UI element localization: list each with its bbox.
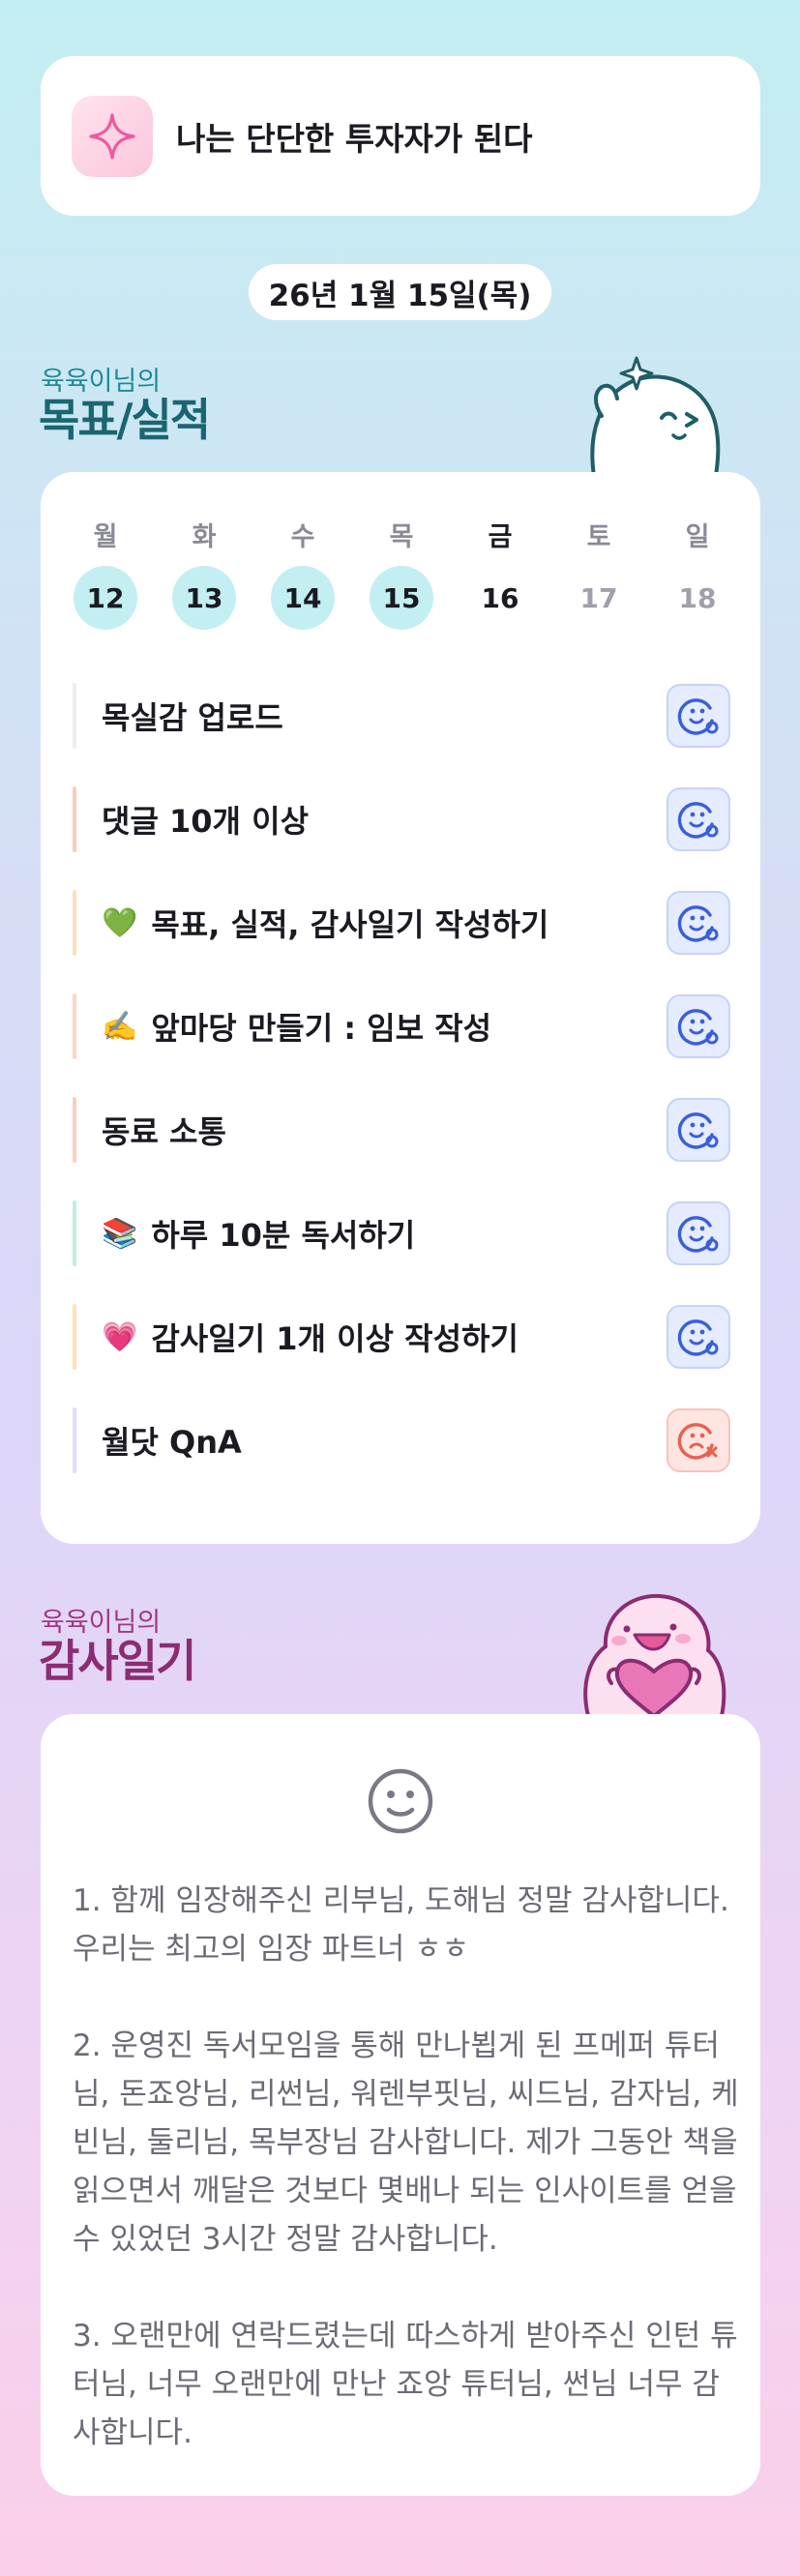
task-color-bar <box>73 1200 76 1266</box>
smile-check-icon <box>677 1009 719 1046</box>
week-calendar: 월 12 화 13 수 14 목 15 금 16 토 17 일 18 <box>73 516 730 630</box>
diary-entry: 3. 오랜만에 연락드렸는데 따스하게 받아주신 인턴 튜터님, 너무 오랜만에… <box>73 2319 738 2450</box>
day-name: 월 <box>93 522 118 552</box>
task-item[interactable]: 댓글 10개 이상 <box>73 786 730 852</box>
day-name: 화 <box>192 522 217 552</box>
task-text: 동료 소통 <box>102 1113 226 1150</box>
smile-check-icon <box>677 905 719 942</box>
status-done-button[interactable] <box>667 891 730 955</box>
task-color-bar <box>73 993 76 1059</box>
task-color-bar <box>73 1407 76 1473</box>
task-item[interactable]: 월닷 QnA <box>73 1407 730 1473</box>
task-text: 감사일기 1개 이상 작성하기 <box>151 1320 519 1357</box>
task-color-bar <box>73 890 76 956</box>
task-label: 목실감 업로드 <box>102 683 283 749</box>
day-name: 금 <box>488 522 513 552</box>
day-name: 수 <box>290 522 315 552</box>
goals-section-title: 목표/실적 <box>39 394 211 446</box>
pink-heart-icon: 💗 <box>102 1319 138 1354</box>
motto-card: 나는 단단한 투자자가 된다 <box>41 56 760 216</box>
goals-card: 월 12 화 13 수 14 목 15 금 16 토 17 일 18 목실감 업… <box>41 472 760 1544</box>
date-label[interactable]: 26년 1월 15일(목) <box>249 264 551 320</box>
day-number: 15 <box>370 566 433 630</box>
heart-blob-mascot-icon <box>583 1593 726 1716</box>
day-number: 14 <box>271 566 335 630</box>
diary-section-title: 감사일기 <box>39 1635 196 1687</box>
task-label: 댓글 10개 이상 <box>102 786 309 852</box>
task-item[interactable]: 💚 목표, 실적, 감사일기 작성하기 <box>73 890 730 956</box>
books-icon: 📚 <box>102 1216 138 1251</box>
day-number: 17 <box>579 581 618 614</box>
day-name: 목 <box>389 522 414 552</box>
status-missed-button[interactable] <box>667 1408 730 1472</box>
task-item[interactable]: 📚 하루 10분 독서하기 <box>73 1200 730 1266</box>
task-text: 목실감 업로드 <box>102 699 283 736</box>
writing-hand-icon: ✍️ <box>102 1009 138 1044</box>
green-heart-icon: 💚 <box>102 905 138 940</box>
status-done-button[interactable] <box>667 787 730 851</box>
motto-text: 나는 단단한 투자자가 된다 <box>176 119 533 158</box>
smile-check-icon <box>677 1112 719 1149</box>
task-item[interactable]: 목실감 업로드 <box>73 683 730 749</box>
status-done-button[interactable] <box>667 684 730 748</box>
day-name: 일 <box>685 522 710 552</box>
ghost-mascot-icon <box>590 356 721 476</box>
sparkle-icon <box>72 96 153 177</box>
task-label: 💚 목표, 실적, 감사일기 작성하기 <box>102 890 548 956</box>
task-item[interactable]: ✍️ 앞마당 만들기 : 임보 작성 <box>73 993 730 1059</box>
day-number: 12 <box>74 566 137 630</box>
status-done-button[interactable] <box>667 1305 730 1369</box>
task-item[interactable]: 동료 소통 <box>73 1097 730 1163</box>
diary-card: 1. 함께 임장해주신 리부님, 도해님 정말 감사합니다. 우리는 최고의 임… <box>41 1714 760 2496</box>
smile-check-icon <box>677 1216 719 1253</box>
day-number: 13 <box>172 566 236 630</box>
task-color-bar <box>73 683 76 749</box>
diary-entries: 1. 함께 임장해주신 리부님, 도해님 정말 감사합니다. 우리는 최고의 임… <box>73 1877 740 2505</box>
status-done-button[interactable] <box>667 1098 730 1162</box>
task-color-bar <box>73 786 76 852</box>
task-label: 💗 감사일기 1개 이상 작성하기 <box>102 1304 519 1370</box>
task-text: 월닷 QnA <box>102 1424 242 1461</box>
task-color-bar <box>73 1097 76 1163</box>
day-name: 토 <box>586 522 611 552</box>
smile-check-icon <box>677 1319 719 1356</box>
smile-check-icon <box>677 698 719 735</box>
smile-check-icon <box>677 802 719 839</box>
task-label: 동료 소통 <box>102 1097 226 1163</box>
task-label: ✍️ 앞마당 만들기 : 임보 작성 <box>102 993 491 1059</box>
task-text: 댓글 10개 이상 <box>102 803 310 840</box>
smile-icon <box>368 1768 433 1834</box>
status-done-button[interactable] <box>667 1201 730 1265</box>
diary-entry: 1. 함께 임장해주신 리부님, 도해님 정말 감사합니다. 우리는 최고의 임… <box>73 1883 729 1967</box>
frown-x-icon <box>677 1423 718 1460</box>
day-number: 18 <box>678 581 717 614</box>
task-item[interactable]: 💗 감사일기 1개 이상 작성하기 <box>73 1304 730 1370</box>
task-color-bar <box>73 1304 76 1370</box>
task-text: 목표, 실적, 감사일기 작성하기 <box>151 906 549 943</box>
day-number: 16 <box>481 581 519 614</box>
task-text: 하루 10분 독서하기 <box>151 1217 416 1254</box>
status-done-button[interactable] <box>667 994 730 1058</box>
diary-entry: 2. 운영진 독서모임을 통해 만나뵙게 된 프메퍼 튜터님, 돈죠앙님, 리썬… <box>73 2028 739 2257</box>
task-label: 월닷 QnA <box>102 1407 242 1473</box>
task-text: 앞마당 만들기 : 임보 작성 <box>151 1010 492 1047</box>
task-label: 📚 하루 10분 독서하기 <box>102 1200 415 1266</box>
